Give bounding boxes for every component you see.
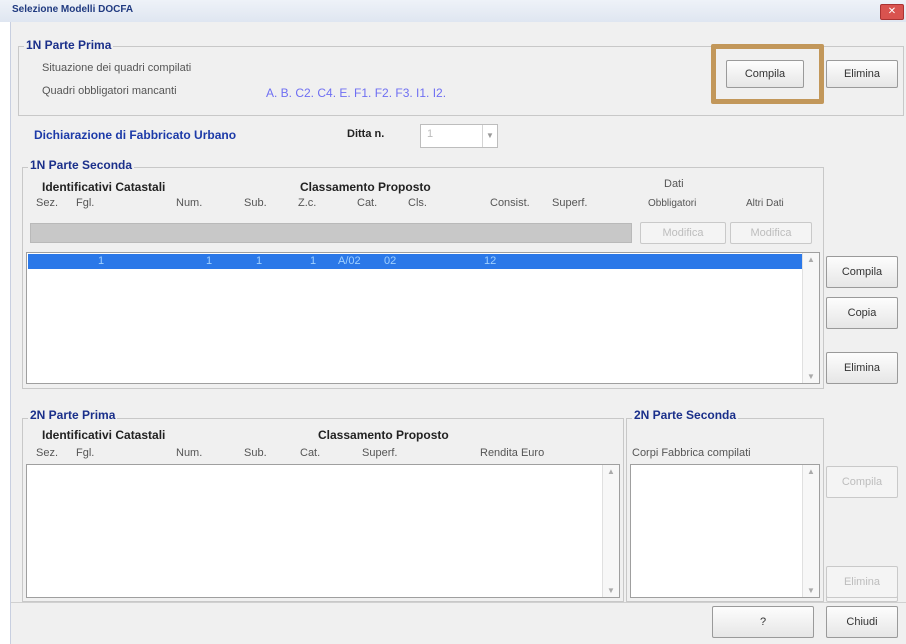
col2-superf: Superf. (362, 447, 398, 459)
2n-list-scrollbar[interactable]: ▲ ▼ (602, 465, 619, 597)
window-title: Selezione Modelli DOCFA (12, 4, 134, 15)
dati-obbligatori-line1: Dati (664, 178, 684, 190)
col2-fgl: Fgl. (76, 447, 95, 459)
cell-num: 1 (206, 255, 213, 267)
col-consist: Consist. (490, 197, 530, 209)
cell-fgl: 1 (98, 255, 105, 267)
col-superf: Superf. (552, 197, 588, 209)
scroll-up-icon[interactable]: ▲ (803, 255, 819, 264)
col2-cat: Cat. (300, 447, 321, 459)
dati-obbligatori-line2: Obbligatori (648, 198, 697, 209)
elimina-button-1n-seconda[interactable]: Elimina (826, 352, 898, 384)
filter-bar (30, 223, 632, 243)
elimina-button-1n-prima[interactable]: Elimina (826, 60, 898, 88)
mancanti-value: A. B. C2. C4. E. F1. F2. F3. I1. I2. (266, 86, 447, 100)
legend-2n-parte-prima: 2N Parte Prima (28, 408, 118, 422)
mancanti-label: Quadri obbligatori mancanti (42, 85, 177, 97)
col2-rendita: Rendita Euro (480, 447, 545, 459)
help-button[interactable]: ? (712, 606, 814, 638)
copia-button[interactable]: Copia (826, 297, 898, 329)
cell-consist: 12 (484, 255, 497, 267)
modifica-altri-dati-button[interactable]: Modifica (730, 222, 812, 244)
scroll-up-icon[interactable]: ▲ (803, 467, 819, 476)
cell-cls: 02 (384, 255, 397, 267)
col-zc: Z.c. (298, 197, 317, 209)
scroll-down-icon[interactable]: ▼ (803, 586, 819, 595)
identificativi-header: Identificativi Catastali (42, 180, 166, 194)
2n-list[interactable]: ▲ ▼ (26, 464, 620, 598)
col-sub: Sub. (244, 197, 267, 209)
ditta-label: Ditta n. (347, 128, 385, 140)
table-row[interactable]: 1 1 1 1 A/02 02 12 (28, 254, 802, 269)
scroll-down-icon[interactable]: ▼ (803, 372, 819, 381)
uiu-list-scrollbar[interactable]: ▲ ▼ (802, 253, 819, 383)
identificativi-header-2n: Identificativi Catastali (42, 428, 166, 442)
footer-divider (11, 602, 906, 603)
window-frame-left (0, 22, 11, 644)
cell-sub: 1 (256, 255, 263, 267)
compila-button-1n-seconda[interactable]: Compila (826, 256, 898, 288)
legend-2n-parte-seconda: 2N Parte Seconda (632, 408, 739, 422)
col2-sub: Sub. (244, 447, 267, 459)
legend-1n-parte-prima: 1N Parte Prima (24, 38, 114, 52)
compila-button-2n-seconda[interactable]: Compila (826, 466, 898, 498)
col-cls: Cls. (408, 197, 427, 209)
corpi-list-scrollbar[interactable]: ▲ ▼ (802, 465, 819, 597)
chiudi-button[interactable]: Chiudi (826, 606, 898, 638)
col2-sez: Sez. (36, 447, 59, 459)
uiu-list[interactable]: 1 1 1 1 A/02 02 12 ▲ ▼ (26, 252, 820, 384)
elimina-button-2n-seconda[interactable]: Elimina (826, 566, 898, 598)
classamento-header: Classamento Proposto (300, 180, 431, 194)
scroll-down-icon[interactable]: ▼ (603, 586, 619, 595)
classamento-header-2n: Classamento Proposto (318, 428, 449, 442)
cell-zc: 1 (310, 255, 317, 267)
col-num: Num. (176, 197, 203, 209)
title-bar: Selezione Modelli DOCFA ✕ (0, 0, 906, 23)
col-cat: Cat. (357, 197, 378, 209)
col2-num: Num. (176, 447, 203, 459)
legend-1n-parte-seconda: 1N Parte Seconda (28, 158, 135, 172)
ditta-value: 1 (427, 128, 434, 140)
modifica-dati-obbligatori-button[interactable]: Modifica (640, 222, 726, 244)
scroll-up-icon[interactable]: ▲ (603, 467, 619, 476)
dichiarazione-title: Dichiarazione di Fabbricato Urbano (34, 128, 237, 142)
corpi-list[interactable]: ▲ ▼ (630, 464, 820, 598)
col-sez: Sez. (36, 197, 59, 209)
close-icon[interactable]: ✕ (880, 4, 904, 20)
chevron-down-icon: ▼ (482, 125, 497, 147)
col-fgl: Fgl. (76, 197, 95, 209)
altri-dati-label: Altri Dati (746, 198, 784, 209)
corpi-label: Corpi Fabbrica compilati (632, 447, 751, 459)
cell-cat: A/02 (338, 255, 361, 267)
compila-button-1n-prima[interactable]: Compila (726, 60, 804, 88)
ditta-select[interactable]: 1 ▼ (420, 124, 498, 148)
situazione-label: Situazione dei quadri compilati (42, 62, 192, 74)
